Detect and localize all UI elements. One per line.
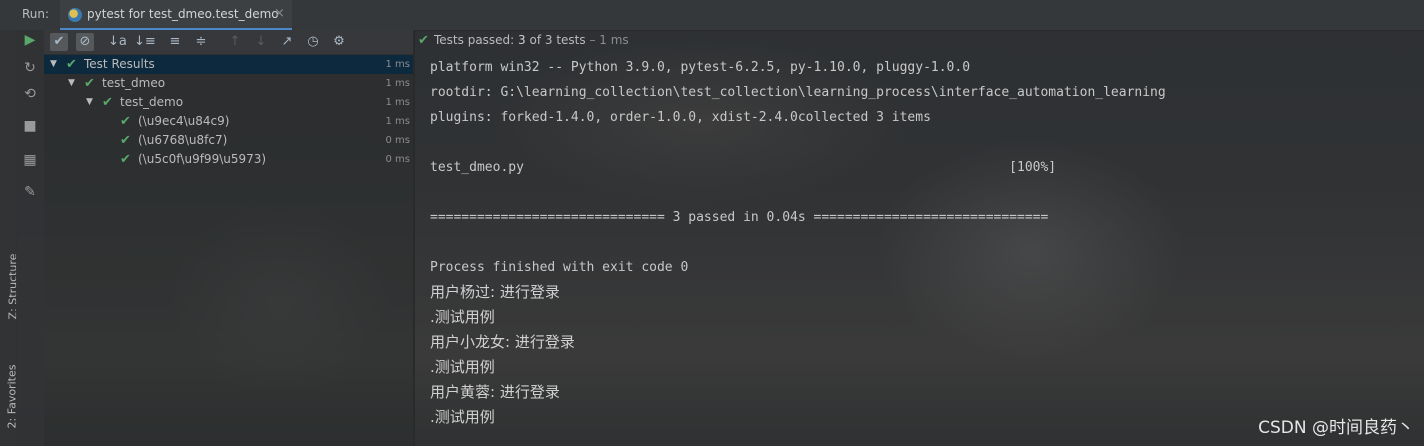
python-icon bbox=[68, 8, 82, 22]
watermark: CSDN @时间良药丶 bbox=[1258, 418, 1414, 438]
sort-alpha-icon[interactable]: ↓a bbox=[108, 33, 127, 51]
console-line: rootdir: G:\learning_collection\test_col… bbox=[430, 85, 1166, 100]
left-side-strip: Z: Structure 2: Favorites bbox=[0, 30, 19, 446]
passed-check-icon: ✔ bbox=[84, 76, 95, 91]
history-icon[interactable]: ◷ bbox=[304, 33, 322, 51]
console-line: 用户黄蓉: 进行登录 bbox=[430, 383, 560, 401]
tree-row-duration: 0 ms bbox=[385, 135, 411, 146]
collapse-all-icon[interactable]: ≑ bbox=[192, 33, 210, 51]
tree-row[interactable]: ✔ (\u6768\u8fc7) 0 ms bbox=[44, 131, 414, 150]
console-output[interactable]: platform win32 -- Python 3.9.0, pytest-6… bbox=[430, 55, 1420, 430]
next-test-icon[interactable]: ↓ bbox=[252, 33, 270, 51]
toggle-autotest-icon[interactable]: ⟲ bbox=[20, 84, 40, 104]
chevron-down-icon[interactable]: ▼ bbox=[86, 93, 93, 112]
console-line: .测试用例 bbox=[430, 308, 495, 326]
rerun-failed-icon[interactable]: ↻ bbox=[20, 58, 40, 78]
tree-row-duration: 0 ms bbox=[385, 154, 411, 165]
tree-row-label: (\u6768\u8fc7) bbox=[138, 133, 228, 147]
console-line: test_dmeo.py [100%] bbox=[430, 160, 1057, 175]
tab-pytest-run[interactable]: pytest for test_dmeo.test_demo × bbox=[60, 0, 292, 30]
stop-icon[interactable]: ■ bbox=[20, 116, 40, 136]
tree-row[interactable]: ✔ (\u5c0f\u9f99\u5973) 0 ms bbox=[44, 150, 414, 169]
chevron-down-icon[interactable]: ▼ bbox=[50, 55, 57, 74]
panel-divider[interactable] bbox=[413, 30, 415, 446]
test-status-bar: ✔ Tests passed: 3 of 3 tests – 1 ms bbox=[418, 30, 1424, 54]
tree-row-label: test_demo bbox=[120, 95, 184, 109]
tree-row-duration: 1 ms bbox=[385, 116, 411, 127]
test-results-tree: ▼ ✔ Test Results 1 ms ▼ ✔ test_dmeo 1 ms ▼ ✔ test_… bbox=[44, 54, 414, 446]
close-icon[interactable]: × bbox=[274, 6, 285, 21]
passed-check-icon: ✔ bbox=[418, 33, 429, 48]
passed-check-icon: ✔ bbox=[120, 152, 131, 167]
prev-test-icon[interactable]: ↑ bbox=[226, 33, 244, 51]
console-line: platform win32 -- Python 3.9.0, pytest-6… bbox=[430, 60, 971, 75]
show-ignored-icon[interactable]: ⊘ bbox=[76, 33, 94, 51]
tests-passed-status: Tests passed: 3 of 3 tests – 1 ms bbox=[434, 33, 629, 47]
tree-row-label: (\u5c0f\u9f99\u5973) bbox=[138, 152, 267, 166]
tree-row-duration: 1 ms bbox=[385, 97, 411, 108]
console-line: 用户杨过: 进行登录 bbox=[430, 283, 560, 301]
console-line: plugins: forked-1.4.0, order-1.0.0, xdis… bbox=[430, 110, 931, 125]
run-side-toolbar: ▶ ↻ ⟲ ■ ▦ ✎ bbox=[16, 30, 44, 446]
expand-all-icon[interactable]: ≡ bbox=[166, 33, 184, 51]
pin-icon[interactable]: ✎ bbox=[20, 182, 40, 202]
passed-check-icon: ✔ bbox=[102, 95, 113, 110]
console-line: Process finished with exit code 0 bbox=[430, 260, 689, 275]
tab-title: pytest for test_dmeo.test_demo bbox=[87, 7, 279, 21]
test-runner-toolbar: ✔ ⊘ ↓a ↓≡ ≡ ≑ ↑ ↓ ↗ ◷ ⚙ bbox=[44, 30, 414, 54]
tree-row-label: (\u9ec4\u84c9) bbox=[138, 114, 230, 128]
tree-row[interactable]: ▼ ✔ Test Results 1 ms bbox=[44, 55, 414, 74]
settings-icon[interactable]: ⚙ bbox=[330, 33, 348, 51]
console-line: ============================== 3 passed … bbox=[430, 210, 1049, 225]
tree-row-duration: 1 ms bbox=[385, 59, 411, 70]
chevron-down-icon[interactable]: ▼ bbox=[68, 74, 75, 93]
tree-row[interactable]: ✔ (\u9ec4\u84c9) 1 ms bbox=[44, 112, 414, 131]
tree-row-duration: 1 ms bbox=[385, 78, 411, 89]
console-line: 用户小龙女: 进行登录 bbox=[430, 333, 575, 351]
layout-icon[interactable]: ▦ bbox=[20, 150, 40, 170]
run-tool-window-header: Run: pytest for test_dmeo.test_demo × bbox=[0, 0, 1424, 31]
tree-row[interactable]: ▼ ✔ test_demo 1 ms bbox=[44, 93, 414, 112]
rerun-icon[interactable]: ▶ bbox=[20, 30, 40, 50]
run-label: Run: bbox=[22, 7, 50, 21]
passed-check-icon: ✔ bbox=[120, 133, 131, 148]
console-line: .测试用例 bbox=[430, 358, 495, 376]
tree-row-label: Test Results bbox=[84, 57, 155, 71]
passed-check-icon: ✔ bbox=[120, 114, 131, 129]
export-icon[interactable]: ↗ bbox=[278, 33, 296, 51]
tree-row[interactable]: ▼ ✔ test_dmeo 1 ms bbox=[44, 74, 414, 93]
tree-row-label: test_dmeo bbox=[102, 76, 166, 90]
sort-duration-icon[interactable]: ↓≡ bbox=[134, 33, 156, 51]
show-passed-icon[interactable]: ✔ bbox=[50, 33, 68, 51]
passed-check-icon: ✔ bbox=[66, 57, 77, 72]
